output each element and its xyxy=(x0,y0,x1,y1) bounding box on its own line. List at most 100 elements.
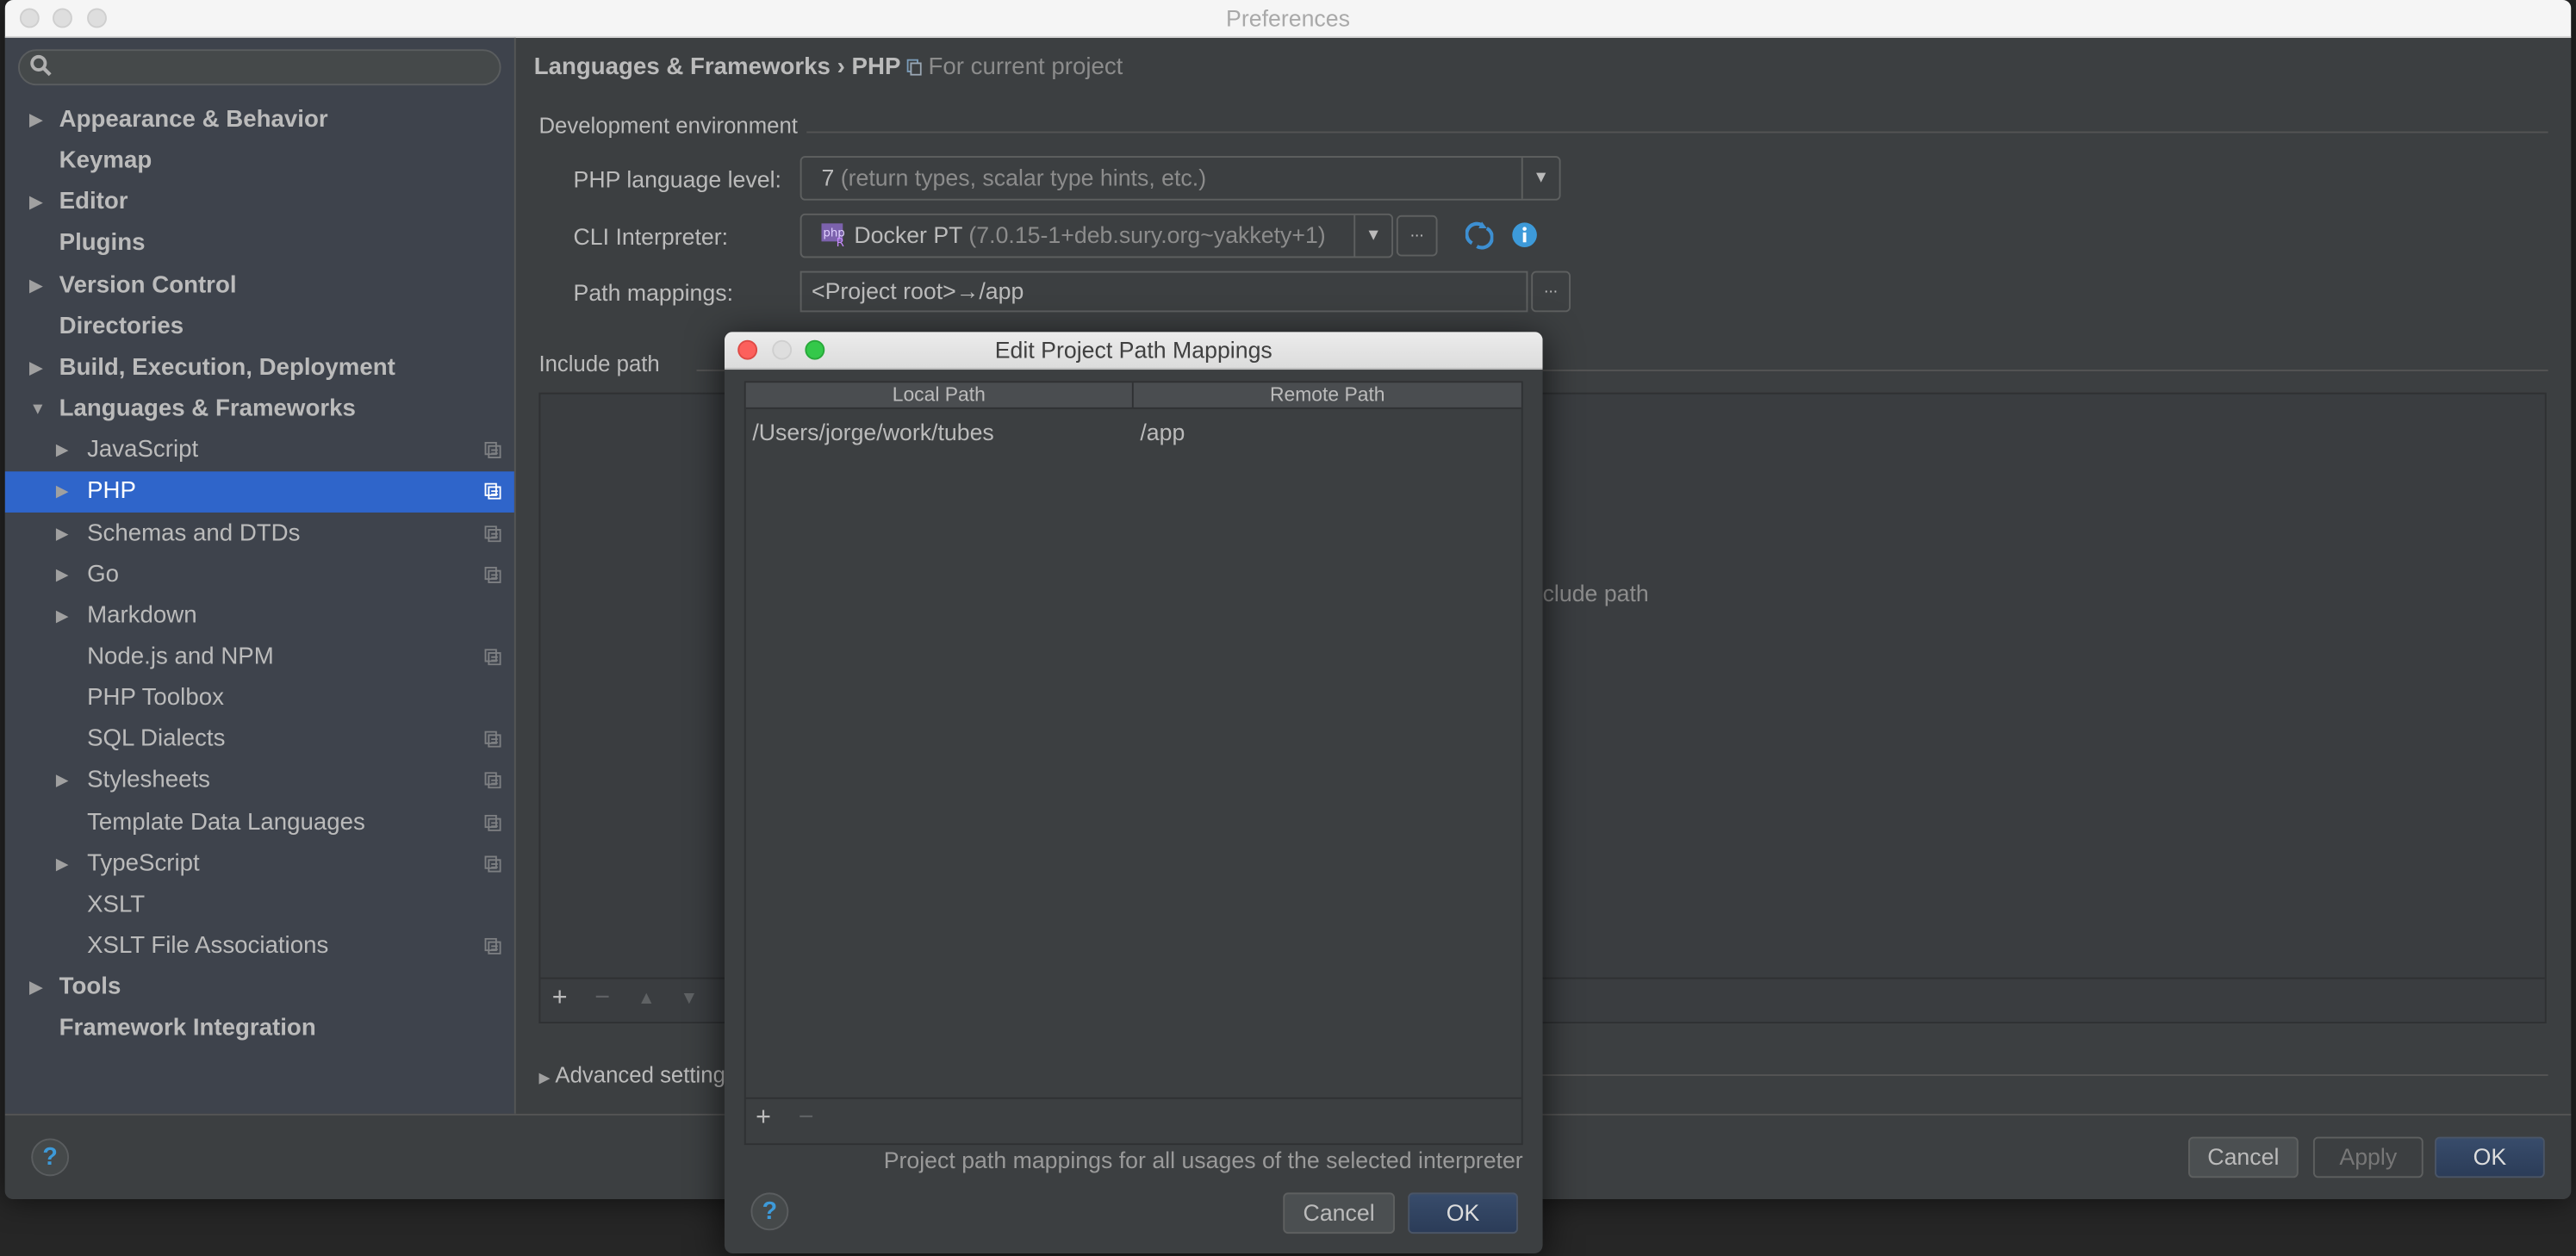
sidebar-item-php[interactable]: ▶ PHP xyxy=(4,471,514,513)
sidebar-item-node-js-and-npm[interactable]: Node.js and NPM xyxy=(5,637,514,679)
dialog-cancel-button[interactable]: Cancel xyxy=(1283,1192,1395,1234)
dialog-ok-button[interactable]: OK xyxy=(1408,1192,1518,1234)
language-level-label: PHP language level: xyxy=(573,165,781,193)
window-title: Preferences xyxy=(1226,4,1350,32)
remove-mapping-button[interactable]: − xyxy=(799,1104,814,1133)
sidebar-item-label: Framework Integration xyxy=(59,1016,316,1042)
sidebar-item-label: Tools xyxy=(59,974,121,1001)
sidebar-item-php-toolbox[interactable]: PHP Toolbox xyxy=(5,679,514,720)
collapsed-arrow-icon[interactable]: ▶ xyxy=(56,513,69,555)
cli-interpreter-label: CLI Interpreter: xyxy=(573,223,729,250)
collapsed-arrow-icon[interactable]: ▶ xyxy=(56,472,69,513)
sidebar-item-plugins[interactable]: Plugins xyxy=(5,224,514,265)
sidebar-item-directories[interactable]: Directories xyxy=(5,307,514,348)
sidebar-item-label: XSLT File Associations xyxy=(87,933,329,960)
collapsed-arrow-icon[interactable]: ▶ xyxy=(29,348,42,389)
cancel-button[interactable]: Cancel xyxy=(2187,1136,2299,1178)
sidebar-item-javascript[interactable]: ▶ JavaScript xyxy=(5,431,514,472)
apply-button[interactable]: Apply xyxy=(2312,1136,2424,1178)
breadcrumb-separator: › xyxy=(837,53,845,81)
php-interpreter-icon: phpR xyxy=(821,223,845,250)
move-up-button[interactable]: ▲ xyxy=(638,989,656,1009)
language-level-value: 7 xyxy=(821,164,835,191)
ok-button[interactable]: OK xyxy=(2435,1136,2545,1178)
refresh-icon[interactable] xyxy=(1465,221,1494,250)
chevron-down-icon[interactable]: ▼ xyxy=(1353,215,1391,257)
add-include-path-button[interactable]: + xyxy=(552,984,568,1013)
cli-interpreter-select[interactable]: php R Docker PT (7.0.15-1+deb.sury.org~ya… xyxy=(800,213,1394,258)
sidebar-item-label: Build, Execution, Deployment xyxy=(59,354,395,382)
sidebar-item-label: Schemas and DTDs xyxy=(87,519,301,547)
cli-interpreter-browse-button[interactable]: ... xyxy=(1396,215,1438,257)
sidebar-item-tools[interactable]: ▶ Tools xyxy=(5,967,514,1009)
advanced-settings-toggle[interactable]: ▶ Advanced settings xyxy=(538,1063,736,1088)
path-mappings-field[interactable]: <Project root>→/app xyxy=(800,270,1528,313)
remove-include-path-button[interactable]: − xyxy=(594,984,610,1013)
search-icon xyxy=(30,54,52,77)
collapsed-arrow-icon[interactable]: ▶ xyxy=(29,265,42,307)
path-mappings-browse-button[interactable]: ... xyxy=(1531,270,1571,313)
project-scope-icon xyxy=(484,731,501,749)
sidebar-item-keymap[interactable]: Keymap xyxy=(5,141,514,183)
collapsed-arrow-icon[interactable]: ▶ xyxy=(56,844,69,886)
settings-search-input[interactable] xyxy=(17,49,501,86)
project-scope-icon xyxy=(484,813,501,831)
add-mapping-button[interactable]: + xyxy=(756,1104,771,1133)
collapsed-arrow-icon[interactable]: ▶ xyxy=(56,596,69,637)
project-scope-icon xyxy=(484,483,501,501)
chevron-down-icon[interactable]: ▼ xyxy=(1521,158,1559,199)
dialog-hint-text: Project path mappings for all usages of … xyxy=(883,1147,1523,1173)
sidebar-item-typescript[interactable]: ▶ TypeScript xyxy=(5,844,514,886)
expanded-arrow-icon[interactable]: ▼ xyxy=(29,389,46,431)
title-bar: Preferences xyxy=(4,0,2572,38)
include-path-section-title: Include path xyxy=(538,351,660,376)
project-scope-text: For current project xyxy=(928,53,1123,81)
sidebar-item-languages-frameworks[interactable]: ▼ Languages & Frameworks xyxy=(5,389,514,431)
sidebar-item-xslt[interactable]: XSLT xyxy=(5,886,514,927)
sidebar-item-sql-dialects[interactable]: SQL Dialects xyxy=(5,720,514,762)
column-header-remote-path[interactable]: Remote Path xyxy=(1134,382,1521,407)
dev-env-section-title: Development environment xyxy=(538,113,798,139)
remote-path-cell[interactable]: /app xyxy=(1140,411,1185,454)
settings-sidebar: ▶ Appearance & Behavior Keymap ▶ Editor Plugi… xyxy=(4,37,516,1114)
sidebar-item-build-execution-deployment[interactable]: ▶ Build, Execution, Deployment xyxy=(5,348,514,389)
sidebar-item-template-data-languages[interactable]: Template Data Languages xyxy=(5,803,514,844)
sidebar-item-label: PHP xyxy=(87,478,136,506)
column-header-local-path[interactable]: Local Path xyxy=(746,382,1134,407)
language-level-hint: (return types, scalar type hints, etc.) xyxy=(840,164,1207,191)
project-scope-icon xyxy=(484,772,501,790)
sidebar-item-stylesheets[interactable]: ▶ Stylesheets xyxy=(5,762,514,803)
sidebar-item-schemas-and-dtds[interactable]: ▶ Schemas and DTDs xyxy=(5,513,514,555)
project-scope-icon xyxy=(484,566,501,583)
sidebar-item-label: Editor xyxy=(59,189,128,216)
project-scope-icon xyxy=(906,59,922,76)
table-row[interactable]: /Users/jorge/work/tubes /app xyxy=(746,411,1521,454)
collapsed-arrow-icon[interactable]: ▶ xyxy=(56,762,69,803)
collapsed-arrow-icon[interactable]: ▶ xyxy=(29,967,42,1009)
sidebar-item-xslt-file-associations[interactable]: XSLT File Associations xyxy=(5,926,514,967)
sidebar-item-appearance-behavior[interactable]: ▶ Appearance & Behavior xyxy=(5,100,514,141)
sidebar-item-label: Appearance & Behavior xyxy=(59,106,328,134)
sidebar-item-editor[interactable]: ▶ Editor xyxy=(5,183,514,224)
collapsed-arrow-icon[interactable]: ▶ xyxy=(29,100,42,141)
help-button[interactable]: ? xyxy=(31,1138,70,1177)
sidebar-item-go[interactable]: ▶ Go xyxy=(5,555,514,596)
mappings-toolbar: + − xyxy=(745,1097,1521,1143)
sidebar-item-label: Node.js and NPM xyxy=(87,644,274,670)
dialog-help-button[interactable]: ? xyxy=(750,1192,789,1231)
project-scope-icon xyxy=(484,649,501,666)
info-icon[interactable] xyxy=(1511,221,1538,248)
sidebar-item-markdown[interactable]: ▶ Markdown xyxy=(5,596,514,637)
sidebar-item-framework-integration[interactable]: Framework Integration xyxy=(5,1009,514,1050)
breadcrumb: Languages & Frameworks › PHP For current… xyxy=(534,54,1123,81)
collapsed-arrow-icon[interactable]: ▶ xyxy=(29,183,42,224)
collapsed-arrow-icon[interactable]: ▶ xyxy=(56,555,69,596)
sidebar-item-version-control[interactable]: ▶ Version Control xyxy=(5,265,514,307)
language-level-select[interactable]: 7 (return types, scalar type hints, etc.… xyxy=(800,156,1561,201)
collapsed-arrow-icon[interactable]: ▶ xyxy=(56,431,69,472)
dialog-title: Edit Project Path Mappings xyxy=(994,336,1272,364)
sidebar-item-label: PHP Toolbox xyxy=(87,685,224,712)
move-down-button[interactable]: ▼ xyxy=(680,989,698,1009)
local-path-cell[interactable]: /Users/jorge/work/tubes xyxy=(752,411,993,454)
section-divider xyxy=(806,131,2548,134)
